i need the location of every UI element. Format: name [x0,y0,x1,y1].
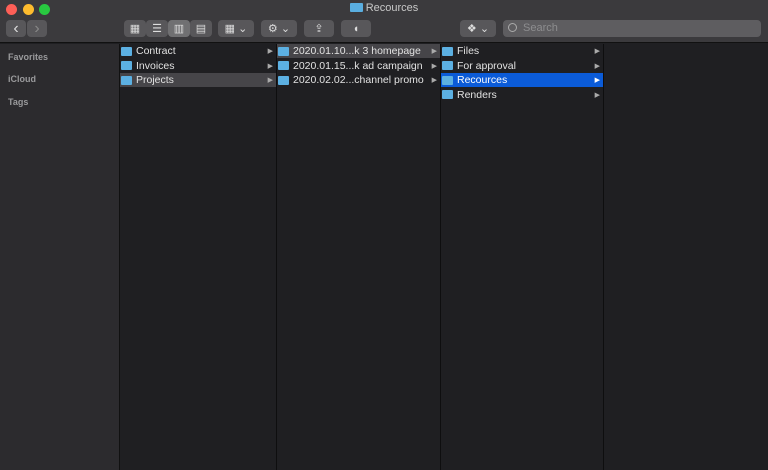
share-button[interactable]: ⇪ [304,20,334,37]
item-name: Files [457,45,480,57]
list-item[interactable]: Invoices ▶ [120,59,276,73]
sidebar-icloud[interactable]: iCloud [8,74,36,84]
list-item[interactable]: 2020.02.02...channel promo ▶ [277,73,440,87]
folder-icon [121,46,132,56]
item-name: For approval [457,59,516,72]
item-name: Recources [457,74,508,86]
gallery-view-button[interactable]: ▤ [190,20,212,37]
search-icon [508,23,517,32]
column-2: 2020.01.10...k 3 homepage ▶ 2020.01.15...k… [277,44,441,470]
list-view-button[interactable]: ☰ [146,20,168,37]
search-placeholder: Search [523,22,558,34]
folder-icon [278,46,289,56]
window-title-text: Recources [365,2,419,14]
column-3: Files ▶ For approval ▶ Recources ▶ Renders ▶ [441,44,604,470]
icon-view-button[interactable]: ▦ [124,20,146,37]
list-item[interactable]: Files ▶ [441,44,603,58]
disclosure-arrow-icon: ▶ [267,77,273,84]
folder-icon [442,46,453,56]
disclosure-arrow-icon: ▶ [267,48,273,55]
list-item[interactable]: 2020.01.15...k ad campaign ▶ [277,59,440,73]
folder-icon [121,61,132,70]
tag-button[interactable]: ◖ [341,20,371,37]
disclosure-arrow-icon: ▶ [431,77,437,84]
disclosure-arrow-icon: ▶ [594,62,600,70]
folder-icon [442,75,453,85]
forward-button[interactable]: › [27,20,47,37]
dropbox-button[interactable]: ❖ ⌄ [460,20,496,37]
disclosure-arrow-icon: ▶ [431,48,437,55]
column-1: Contract ▶ Invoices ▶ Projects ▶ [120,44,277,470]
column-4 [604,44,768,470]
sidebar-tags[interactable]: Tags [8,97,28,107]
folder-icon [121,75,132,85]
toolbar: Recources ‹ › ▦ ☰ ▥ ▤ ▦ ⌄ ⚙ ⌄ ⇪ ◖ ❖ ⌄ Se… [0,0,768,43]
search-input[interactable]: Search [503,20,761,37]
list-item[interactable]: Projects ▶ [120,73,276,87]
back-button[interactable]: ‹ [6,20,26,37]
disclosure-arrow-icon: ▶ [267,62,273,70]
disclosure-arrow-icon: ▶ [594,48,600,55]
sidebar-favorites[interactable]: Favorites [8,52,48,62]
item-name: Projects [136,74,174,86]
list-item[interactable]: Contract ▶ [120,44,276,58]
folder-icon [349,3,363,12]
item-name: Renders [457,88,497,101]
folder-icon [442,61,453,70]
list-item[interactable]: For approval ▶ [441,59,603,73]
item-name: Contract [136,45,176,57]
item-name: Invoices [136,59,175,72]
column-view-button[interactable]: ▥ [168,20,190,37]
folder-icon [442,90,453,99]
action-gear-button[interactable]: ⚙ ⌄ [261,20,297,37]
sidebar: Favorites iCloud Tags [0,44,120,470]
disclosure-arrow-icon: ▶ [431,62,437,70]
window-title: Recources [0,2,768,14]
list-item[interactable]: Renders ▶ [441,88,603,102]
item-name: 2020.01.10...k 3 homepage [293,45,421,57]
item-name: 2020.02.02...channel promo [293,74,424,86]
list-item[interactable]: Recources ▶ [441,73,603,87]
group-menu-button[interactable]: ▦ ⌄ [218,20,254,37]
disclosure-arrow-icon: ▶ [594,77,600,84]
list-item[interactable]: 2020.01.10...k 3 homepage ▶ [277,44,440,58]
disclosure-arrow-icon: ▶ [594,91,600,99]
folder-icon [278,75,289,85]
item-name: 2020.01.15...k ad campaign [293,59,423,72]
folder-icon [278,61,289,70]
